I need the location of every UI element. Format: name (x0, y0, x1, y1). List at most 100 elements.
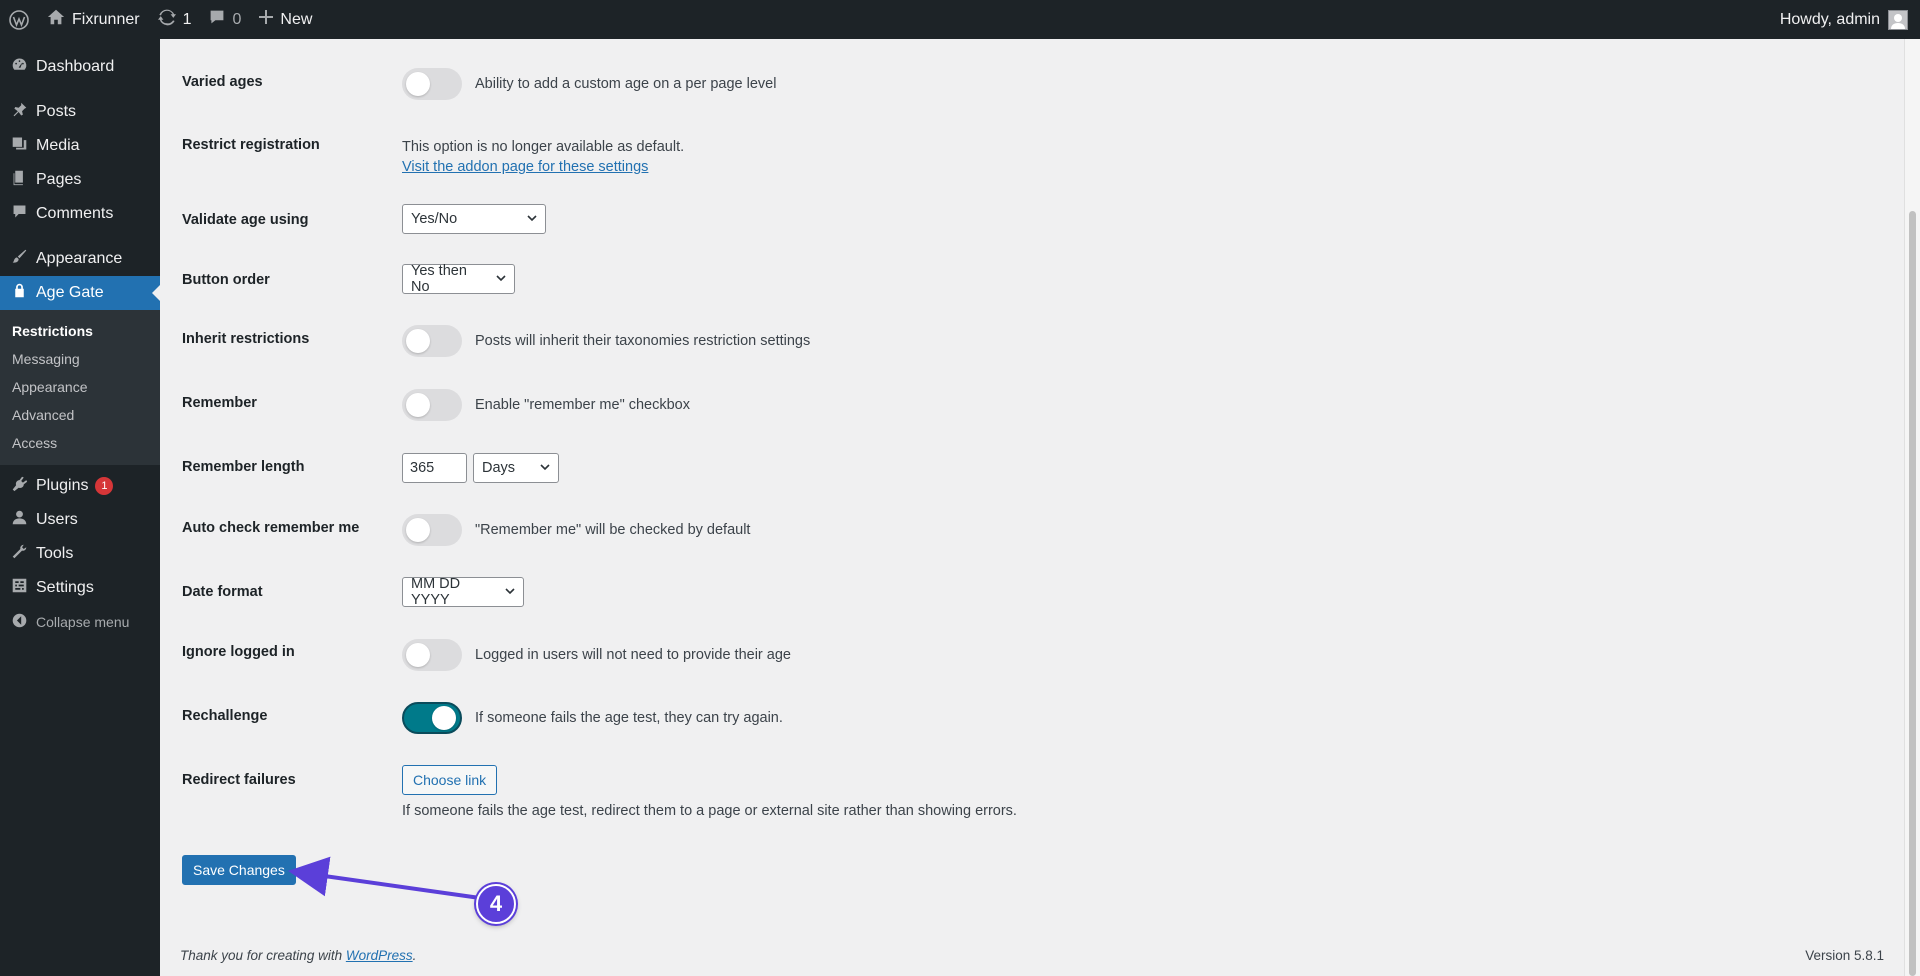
validate-age-select[interactable]: Yes/No (402, 204, 546, 234)
redirect-failures-description: If someone fails the age test, redirect … (402, 803, 1017, 819)
menu-posts[interactable]: Posts (0, 95, 160, 129)
footer-thanks-suffix: . (412, 948, 417, 963)
chevron-down-icon (519, 211, 537, 227)
button-order-value: Yes then No (411, 263, 467, 295)
remember-length-input[interactable]: 365 (402, 453, 467, 483)
varied-ages-label: Varied ages (182, 74, 263, 90)
collapse-menu-button[interactable]: Collapse menu (0, 605, 160, 639)
home-icon (47, 8, 65, 31)
varied-ages-toggle[interactable] (402, 68, 462, 100)
submenu-advanced[interactable]: Advanced (0, 401, 160, 429)
submenu-appearance[interactable]: Appearance (0, 373, 160, 401)
auto-check-description: "Remember me" will be checked by default (475, 522, 751, 538)
menu-appearance-label: Appearance (36, 250, 123, 267)
scrollbar-thumb[interactable] (1909, 211, 1916, 976)
date-format-row: MM DD YYYY (402, 576, 524, 608)
submenu-messaging[interactable]: Messaging (0, 345, 160, 373)
inherit-restrictions-toggle[interactable] (402, 325, 462, 357)
redirect-failures-row: Choose link If someone fails the age tes… (402, 765, 1017, 819)
footer-thanks-prefix: Thank you for creating with (180, 948, 346, 963)
plugins-update-badge: 1 (95, 477, 114, 495)
pin-icon (11, 101, 28, 123)
age-gate-submenu: Restrictions Messaging Appearance Advanc… (0, 310, 160, 465)
restrict-registration-description: This option is no longer available as de… (402, 139, 685, 155)
updates-link[interactable]: 1 (149, 0, 201, 39)
wordpress-link[interactable]: WordPress (346, 948, 413, 963)
updates-count: 1 (182, 10, 192, 28)
menu-media[interactable]: Media (0, 129, 160, 163)
remember-length-row: 365 Days (402, 453, 559, 483)
inherit-restrictions-label: Inherit restrictions (182, 331, 310, 347)
settings-icon (11, 577, 28, 599)
chevron-down-icon (497, 584, 515, 600)
version-text: Version 5.8.1 (1805, 948, 1884, 963)
submenu-access[interactable]: Access (0, 429, 160, 457)
paintbrush-icon (11, 248, 28, 270)
rechallenge-description: If someone fails the age test, they can … (475, 710, 783, 726)
my-account[interactable]: Howdy, admin (1779, 9, 1920, 30)
menu-settings[interactable]: Settings (0, 571, 160, 605)
comment-icon (11, 203, 28, 225)
collapse-menu-label: Collapse menu (36, 614, 130, 630)
menu-plugins-label: Plugins (36, 477, 89, 494)
main-content: Varied ages Ability to add a custom age … (160, 39, 1904, 976)
validate-age-value: Yes/No (411, 211, 458, 227)
menu-pages[interactable]: Pages (0, 163, 160, 197)
menu-comments[interactable]: Comments (0, 197, 160, 231)
menu-settings-label: Settings (36, 579, 94, 596)
rechallenge-row: If someone fails the age test, they can … (402, 702, 783, 734)
plus-icon (259, 10, 274, 29)
comments-count: 0 (232, 10, 242, 28)
menu-comments-label: Comments (36, 205, 114, 222)
new-label: New (280, 10, 313, 28)
menu-age-gate[interactable]: Age Gate (0, 276, 160, 310)
wordpress-logo-icon[interactable] (0, 0, 38, 39)
remember-toggle[interactable] (402, 389, 462, 421)
validate-age-label: Validate age using (182, 212, 309, 228)
menu-media-label: Media (36, 137, 80, 154)
media-icon (11, 135, 28, 157)
menu-appearance[interactable]: Appearance (0, 242, 160, 276)
auto-check-toggle[interactable] (402, 514, 462, 546)
avatar (1888, 9, 1908, 30)
site-name-link[interactable]: Fixrunner (38, 0, 149, 39)
ignore-logged-in-label: Ignore logged in (182, 644, 295, 660)
new-content-link[interactable]: New (250, 0, 321, 39)
ignore-logged-in-toggle[interactable] (402, 639, 462, 671)
menu-age-gate-label: Age Gate (36, 284, 104, 301)
comments-link[interactable]: 0 (200, 0, 250, 39)
ignore-logged-in-description: Logged in users will not need to provide… (475, 647, 791, 663)
menu-plugins[interactable]: Plugins 1 (0, 469, 160, 503)
remember-row: Enable "remember me" checkbox (402, 389, 690, 421)
site-name: Fixrunner (72, 10, 140, 28)
auto-check-row: "Remember me" will be checked by default (402, 514, 750, 546)
menu-dashboard[interactable]: Dashboard (0, 50, 160, 84)
admin-bar: Fixrunner 1 0 New Howdy, admin (0, 0, 1920, 39)
button-order-row: Yes then No (402, 263, 515, 295)
collapse-arrow-icon (11, 612, 28, 632)
menu-users[interactable]: Users (0, 503, 160, 537)
date-format-select[interactable]: MM DD YYYY (402, 576, 524, 608)
choose-link-button[interactable]: Choose link (402, 765, 498, 795)
ignore-logged-in-row: Logged in users will not need to provide… (402, 639, 791, 671)
page-scrollbar[interactable] (1904, 39, 1920, 976)
button-order-label: Button order (182, 272, 270, 288)
rechallenge-toggle[interactable] (402, 702, 462, 734)
submenu-restrictions[interactable]: Restrictions (0, 317, 160, 345)
chevron-down-icon (488, 271, 506, 287)
menu-tools[interactable]: Tools (0, 537, 160, 571)
menu-pages-label: Pages (36, 171, 82, 188)
addon-page-link[interactable]: Visit the addon page for these settings (402, 157, 648, 177)
validate-age-row: Yes/No (402, 204, 546, 234)
remember-length-unit-value: Days (482, 460, 516, 476)
rechallenge-label: Rechallenge (182, 708, 268, 724)
inherit-restrictions-description: Posts will inherit their taxonomies rest… (475, 333, 811, 349)
plugin-icon (11, 475, 28, 497)
remember-length-unit-select[interactable]: Days (473, 453, 559, 483)
greeting: Howdy, admin (1779, 10, 1880, 28)
lock-icon (11, 282, 28, 304)
save-changes-button[interactable]: Save Changes (182, 855, 296, 885)
comment-bubble-icon (209, 9, 225, 30)
dashboard-icon (11, 56, 28, 78)
button-order-select[interactable]: Yes then No (402, 263, 515, 295)
